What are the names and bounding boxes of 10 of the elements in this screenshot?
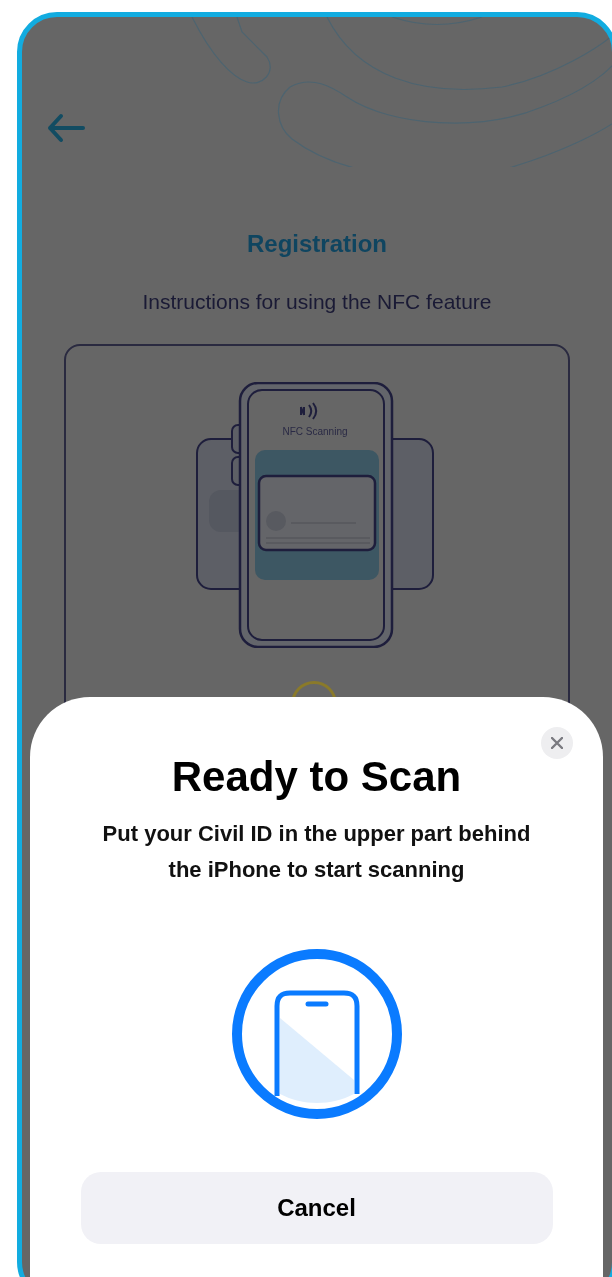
sheet-title: Ready to Scan xyxy=(171,752,462,802)
page-title: Registration xyxy=(246,229,388,259)
back-arrow-icon xyxy=(46,113,86,143)
phone-scan-icon xyxy=(230,948,403,1120)
close-button[interactable] xyxy=(541,727,573,759)
nfc-scanning-caption: NFC Scanning xyxy=(281,424,349,439)
cancel-button[interactable]: Cancel xyxy=(80,1172,553,1244)
close-icon xyxy=(551,737,563,749)
page-subtitle: Instructions for using the NFC feature xyxy=(141,289,493,315)
sheet-message: Put your Civil ID in the upper part behind the iPhone to start scanning xyxy=(101,820,532,884)
